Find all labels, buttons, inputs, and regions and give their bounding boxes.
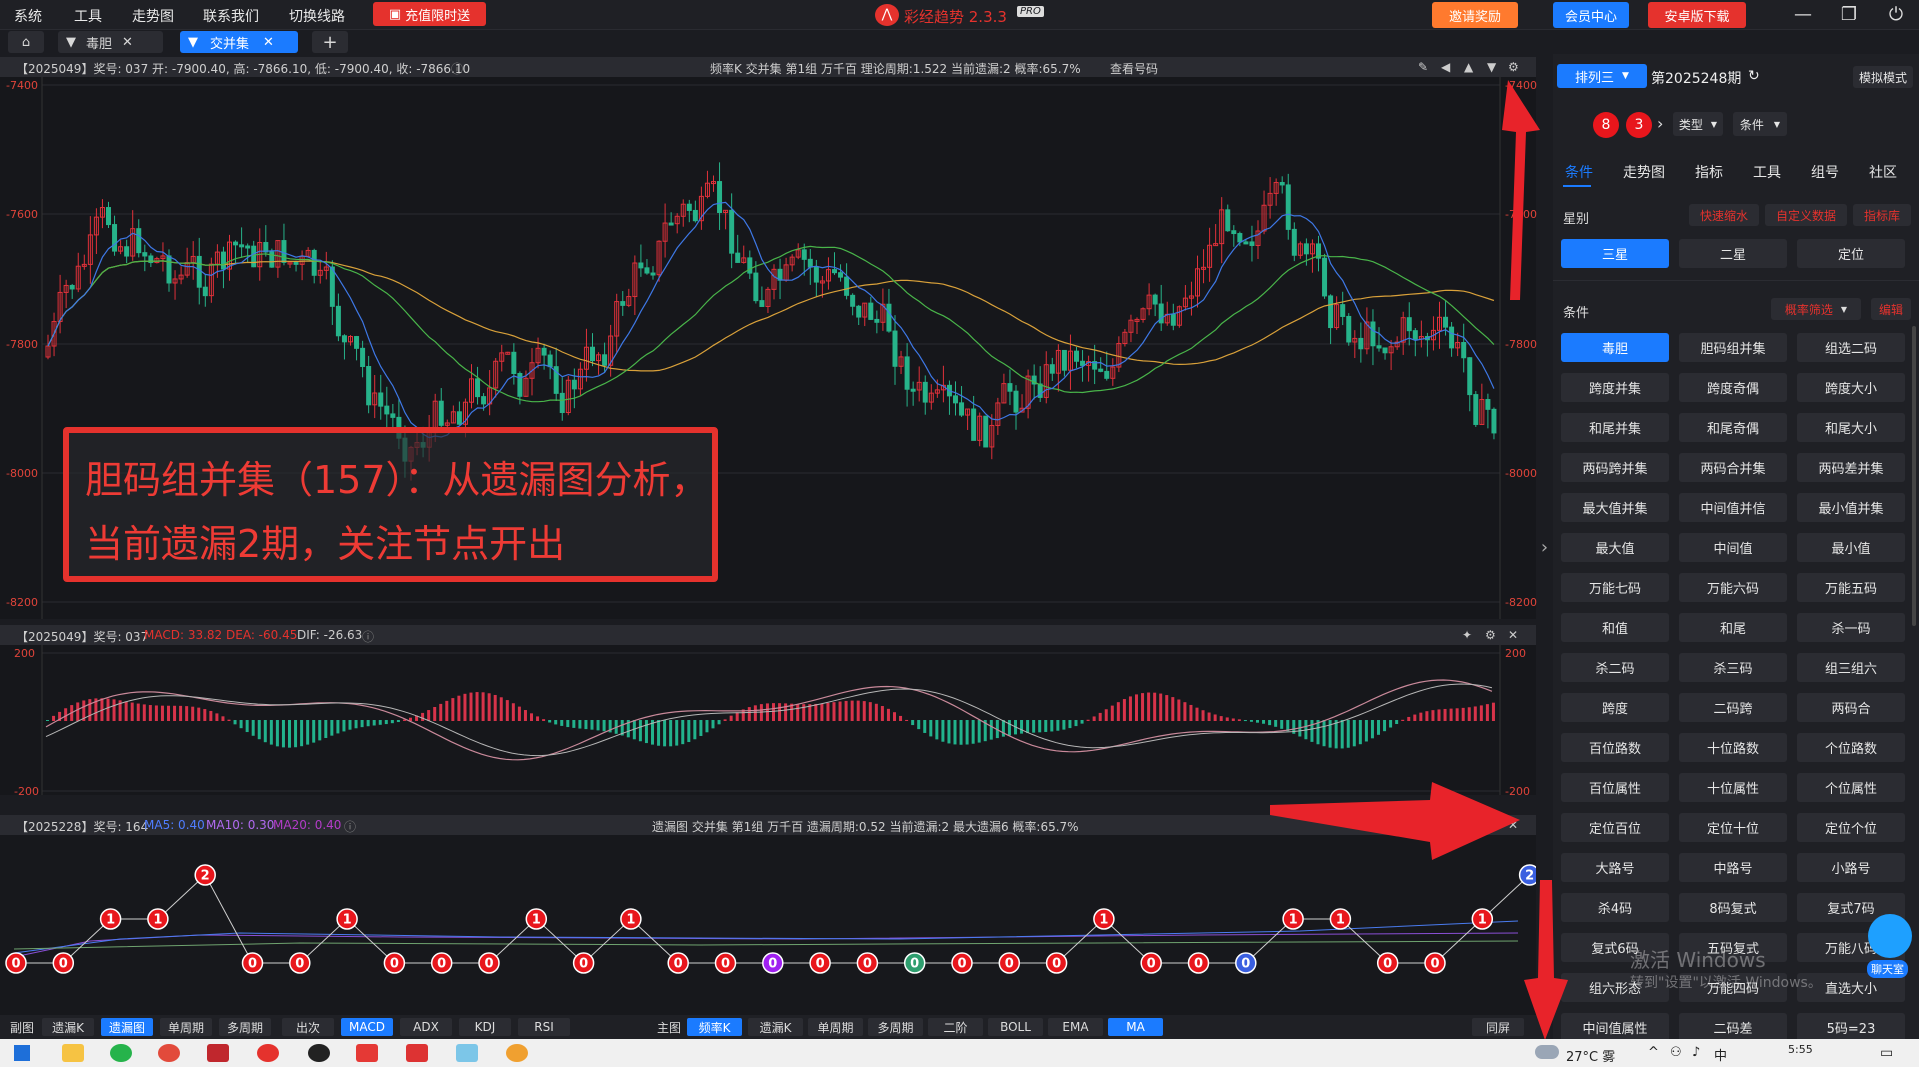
ime-indicator[interactable]: 中	[1714, 1045, 1727, 1064]
notepad-icon[interactable]	[456, 1044, 478, 1062]
browser-icon[interactable]	[158, 1044, 180, 1062]
misc-icon[interactable]	[506, 1044, 528, 1062]
network-icon[interactable]: ⚇	[1670, 1045, 1682, 1060]
wps-icon[interactable]	[356, 1044, 378, 1062]
clock[interactable]: 5:55	[1788, 1043, 1813, 1056]
wechat-icon[interactable]	[110, 1044, 132, 1062]
windows-taskbar: 27°C 雾 ^ ⚇ ♪ 中 5:55 ▭	[0, 1039, 1919, 1067]
tool-icon[interactable]	[406, 1044, 428, 1062]
chevron-up-icon[interactable]: ^	[1648, 1045, 1659, 1060]
volume-icon[interactable]: ♪	[1692, 1045, 1700, 1060]
weather-icon	[1535, 1045, 1559, 1059]
windows-start-icon[interactable]	[14, 1045, 30, 1061]
qq-icon[interactable]	[308, 1044, 330, 1062]
lottery-app-icon[interactable]	[257, 1044, 279, 1062]
arrow-right-icon	[1270, 782, 1520, 860]
weather-text: 27°C 雾	[1566, 1050, 1616, 1065]
arrow-down-icon	[1524, 880, 1568, 1040]
explorer-icon[interactable]	[62, 1044, 84, 1062]
app-icon[interactable]	[207, 1044, 229, 1062]
arrow-overlay	[1270, 80, 1568, 1040]
notification-icon[interactable]: ▭	[1880, 1045, 1893, 1061]
arrow-up-icon	[1502, 80, 1540, 300]
